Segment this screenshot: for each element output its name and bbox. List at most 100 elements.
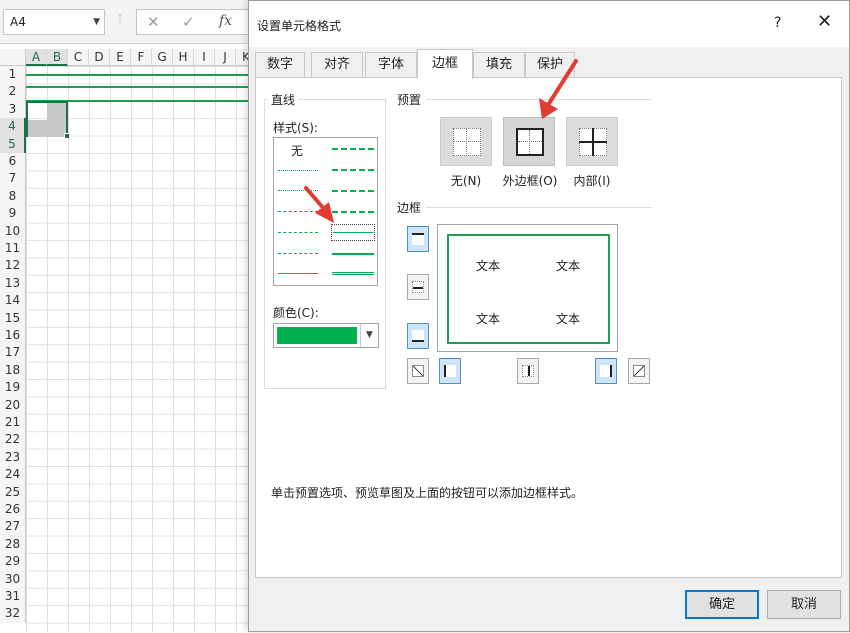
border-bottom-icon	[412, 330, 424, 342]
border-right-button[interactable]	[595, 358, 617, 384]
color-select[interactable]: ▼	[273, 323, 379, 348]
column-header[interactable]: E	[110, 49, 131, 66]
row-header[interactable]: 27	[0, 518, 26, 536]
border-diagonal-down-icon	[633, 365, 645, 377]
cell-area[interactable]	[26, 66, 250, 632]
chevron-down-icon[interactable]: ▼	[360, 324, 378, 347]
border-inside-vertical-button[interactable]	[517, 358, 539, 384]
selected-cell-fill	[28, 120, 47, 137]
row-header[interactable]: 4	[0, 118, 26, 136]
row-header[interactable]: 21	[0, 414, 26, 432]
row-header[interactable]: 30	[0, 570, 26, 588]
row-header[interactable]: 3	[0, 100, 26, 119]
border-diagonal-up-button[interactable]	[407, 358, 429, 384]
line-style-option[interactable]	[332, 169, 374, 171]
row-header[interactable]: 17	[0, 344, 26, 362]
preset-inside-label: 内部(I)	[573, 174, 611, 188]
line-style-option[interactable]	[332, 211, 374, 213]
preset-outline-icon	[516, 128, 544, 156]
row-header[interactable]: 8	[0, 187, 26, 206]
line-style-option[interactable]	[278, 211, 318, 212]
column-header[interactable]: F	[131, 49, 152, 66]
color-swatch	[277, 327, 357, 344]
tab-number[interactable]: 数字	[255, 52, 305, 78]
border-bottom-button[interactable]	[407, 323, 429, 349]
ok-button[interactable]: 确定	[685, 590, 759, 619]
close-button[interactable]: ✕	[817, 11, 832, 32]
line-style-option[interactable]	[278, 273, 318, 274]
column-header[interactable]: G	[152, 49, 173, 66]
line-style-option[interactable]	[278, 232, 318, 233]
row-header[interactable]: 5	[0, 135, 26, 153]
row-header[interactable]: 31	[0, 588, 26, 606]
tab-alignment[interactable]: 对齐	[311, 52, 363, 78]
row-header[interactable]: 1	[0, 66, 26, 84]
row-header[interactable]: 28	[0, 535, 26, 554]
cancel-formula-icon[interactable]: ✕	[147, 13, 160, 31]
line-style-list[interactable]: 无	[273, 137, 378, 286]
column-header[interactable]: C	[68, 49, 89, 66]
help-button[interactable]: ?	[774, 15, 781, 31]
row-header[interactable]: 2	[0, 83, 26, 101]
row-header[interactable]: 25	[0, 483, 26, 501]
chevron-down-icon[interactable]: ▼	[93, 10, 100, 34]
name-box[interactable]: A4 ▼	[3, 9, 105, 35]
row-header[interactable]: 32	[0, 605, 26, 623]
selected-line-style[interactable]	[331, 224, 375, 241]
preset-outline-button[interactable]	[503, 117, 555, 166]
format-cells-dialog: 设置单元格格式 ? ✕ 数字 对齐 字体 边框 填充 保护 直线 样式(S): …	[248, 0, 850, 632]
column-header[interactable]: J	[215, 49, 236, 66]
cell-selection[interactable]	[26, 101, 70, 139]
border-diagonal-down-button[interactable]	[628, 358, 650, 384]
dialog-title-bar: 设置单元格格式 ? ✕	[249, 1, 849, 47]
row-header[interactable]: 6	[0, 153, 26, 171]
row-header[interactable]: 22	[0, 431, 26, 449]
row-header[interactable]: 24	[0, 466, 26, 484]
border-preview[interactable]: 文本 文本 文本 文本	[437, 224, 618, 352]
row-header[interactable]: 16	[0, 327, 26, 345]
line-style-option[interactable]	[332, 253, 374, 255]
formula-bar: A4 ▼ ⋮ ✕ ✓ fx	[0, 0, 250, 44]
column-header[interactable]: H	[173, 49, 194, 66]
tab-protection[interactable]: 保护	[525, 52, 575, 78]
line-style-option[interactable]	[332, 190, 374, 192]
row-header[interactable]: 23	[0, 448, 26, 467]
row-header[interactable]: 13	[0, 274, 26, 293]
column-header[interactable]: D	[89, 49, 110, 66]
preset-inside-icon	[579, 128, 607, 156]
row-header[interactable]: 29	[0, 553, 26, 571]
style-none-option[interactable]: 无	[291, 142, 303, 159]
enter-formula-icon[interactable]: ✓	[182, 13, 195, 31]
line-style-option[interactable]	[278, 253, 318, 254]
row-header[interactable]: 15	[0, 309, 26, 327]
cancel-button[interactable]: 取消	[767, 590, 841, 619]
border-top-button[interactable]	[407, 226, 429, 252]
row-header[interactable]: 11	[0, 240, 26, 258]
column-header[interactable]: A	[26, 49, 47, 66]
row-header[interactable]: 26	[0, 501, 26, 519]
tab-border[interactable]: 边框	[417, 49, 473, 79]
line-style-option[interactable]	[332, 272, 374, 275]
row-header[interactable]: 7	[0, 170, 26, 188]
row-header[interactable]: 14	[0, 292, 26, 310]
column-header[interactable]: B	[47, 49, 68, 66]
column-header[interactable]: I	[194, 49, 215, 66]
tab-fill[interactable]: 填充	[473, 52, 525, 78]
row-header[interactable]: 10	[0, 222, 26, 240]
line-style-option[interactable]	[332, 148, 374, 150]
style-label: 样式(S):	[273, 121, 319, 135]
fill-handle[interactable]	[64, 133, 70, 139]
line-style-option[interactable]	[278, 170, 318, 171]
insert-function-icon[interactable]: fx	[219, 13, 232, 29]
row-header[interactable]: 20	[0, 396, 26, 414]
tab-font[interactable]: 字体	[365, 52, 417, 78]
row-header[interactable]: 18	[0, 361, 26, 380]
line-style-option[interactable]	[278, 190, 318, 191]
row-header[interactable]: 19	[0, 379, 26, 397]
border-inside-horizontal-button[interactable]	[407, 274, 429, 300]
row-header[interactable]: 12	[0, 257, 26, 275]
preset-none-button[interactable]	[440, 117, 492, 166]
border-left-button[interactable]	[439, 358, 461, 384]
row-header[interactable]: 9	[0, 205, 26, 223]
preset-inside-button[interactable]	[566, 117, 618, 166]
